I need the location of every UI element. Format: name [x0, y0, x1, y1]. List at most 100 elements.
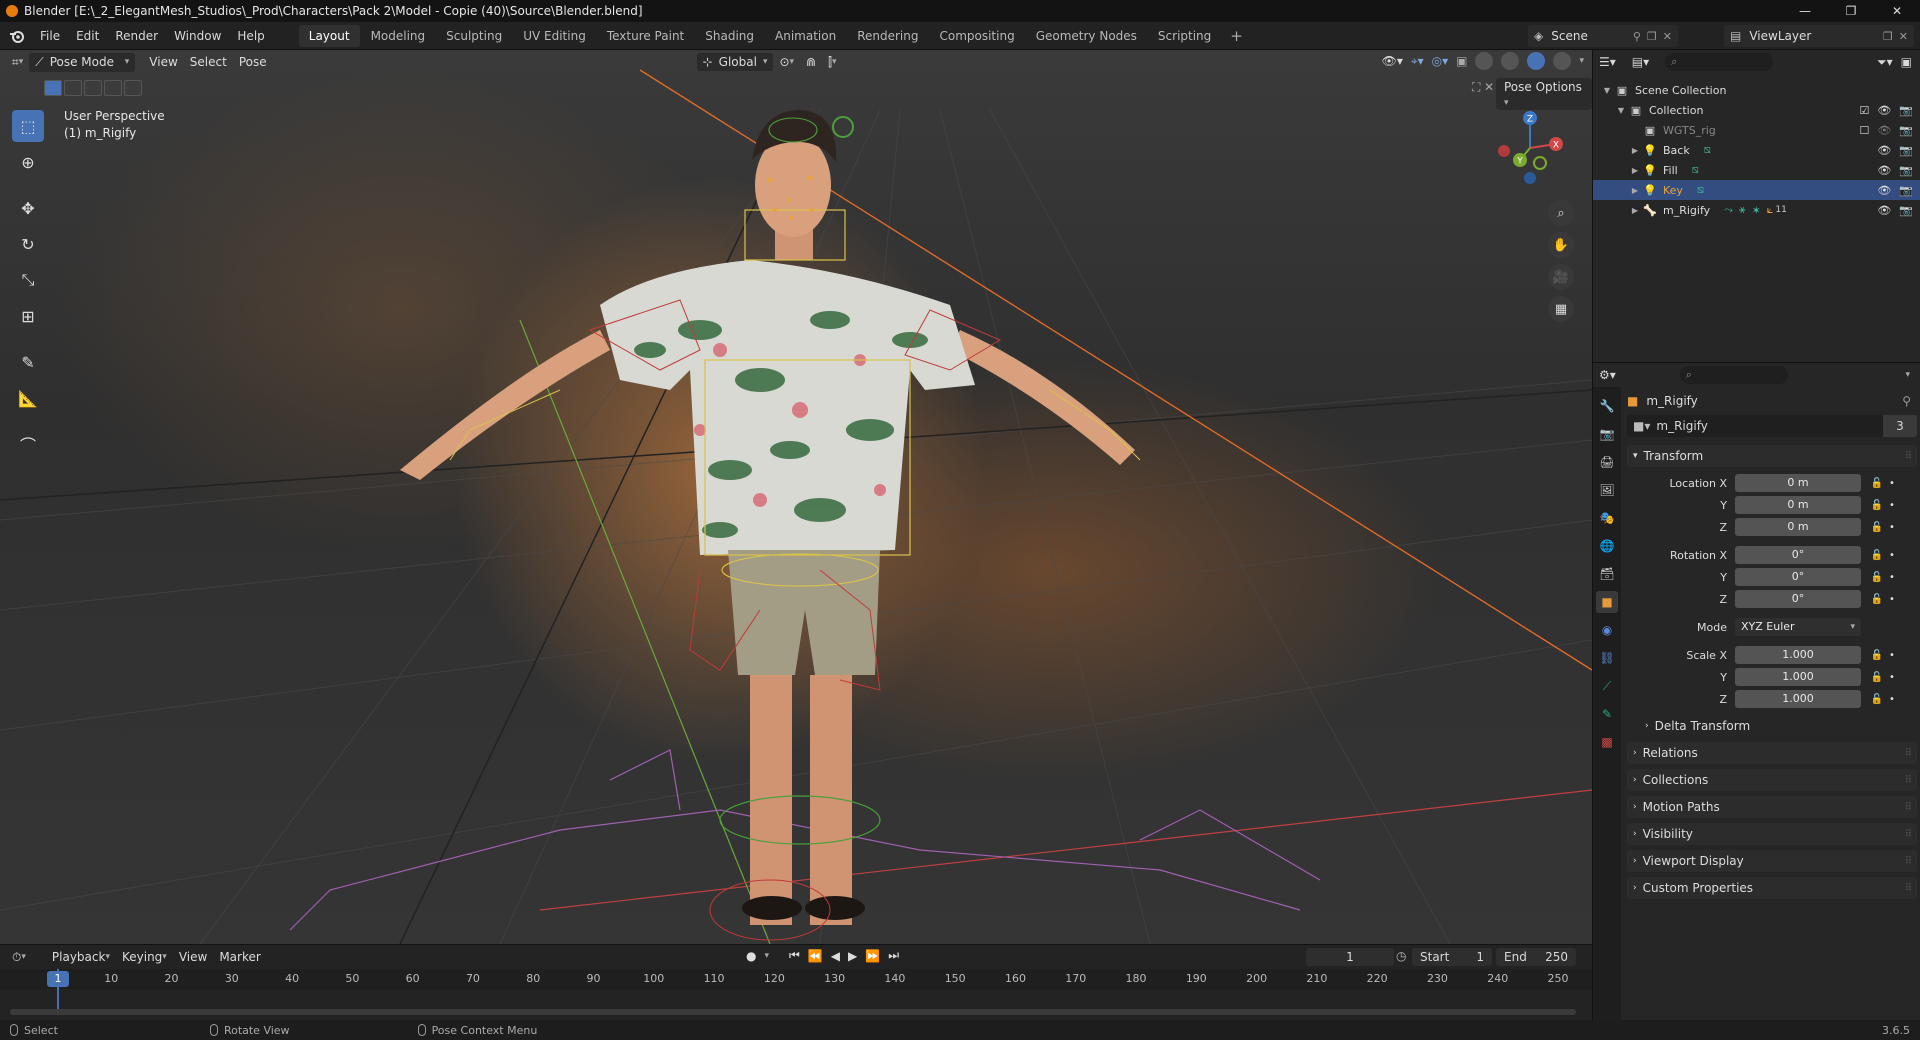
blender-logo-icon[interactable]: [8, 27, 26, 45]
expand-toggle-icon[interactable]: ▶: [1629, 146, 1641, 155]
drag-grip-icon[interactable]: ⠿: [1905, 748, 1912, 759]
scene-selector[interactable]: ◈ Scene ⚲ ❐ ✕: [1528, 25, 1678, 47]
lock-icon[interactable]: 🔓: [1867, 500, 1887, 511]
lock-icon[interactable]: 🔓: [1867, 522, 1887, 533]
timeline-menu-marker[interactable]: Marker: [213, 948, 266, 966]
menu-help[interactable]: Help: [229, 29, 272, 43]
data-name-field[interactable]: ■▾ m_Rigify 3: [1627, 415, 1917, 437]
expand-toggle-icon[interactable]: ▼: [1615, 106, 1627, 115]
close-button[interactable]: ✕: [1874, 0, 1920, 22]
scene-tab-icon[interactable]: 🎭: [1596, 507, 1618, 529]
tab-layout[interactable]: Layout: [298, 24, 360, 47]
filter-icon[interactable]: ⏷▾: [1877, 55, 1893, 70]
pan-hand-icon[interactable]: ✋: [1548, 232, 1574, 258]
lock-icon[interactable]: 🔓: [1867, 694, 1887, 705]
drag-grip-icon[interactable]: ⠿: [1905, 829, 1912, 840]
zoom-icon[interactable]: ⌕: [1548, 200, 1574, 226]
delta-transform-subpanel[interactable]: › Delta Transform: [1627, 715, 1917, 737]
tab-scripting[interactable]: Scripting: [1148, 25, 1221, 47]
outliner-row[interactable]: ▼ ▣ Scene Collection: [1593, 80, 1920, 100]
wireframe-shading-icon[interactable]: [1475, 52, 1494, 70]
viewport-menu-view[interactable]: View: [143, 53, 183, 71]
jump-start-icon[interactable]: ⏮: [789, 948, 800, 963]
camera-view-icon[interactable]: 🎥: [1548, 264, 1574, 290]
ortho-grid-icon[interactable]: ▦: [1548, 296, 1574, 322]
outliner-row[interactable]: ▼ ▣ Collection ☑ 👁 📷: [1593, 100, 1920, 120]
eye-icon[interactable]: 👁: [1877, 104, 1891, 117]
keyframe-dot-icon[interactable]: •: [1887, 650, 1897, 661]
new-view-layer-icon[interactable]: ❐: [1883, 30, 1893, 43]
navigation-gizmo[interactable]: Z X Y: [1490, 108, 1570, 188]
transform-tool-icon[interactable]: ⊞: [12, 300, 44, 332]
camera-icon[interactable]: 📷: [1899, 164, 1913, 177]
expand-toggle-icon[interactable]: ▶: [1629, 166, 1641, 175]
jump-end-icon[interactable]: ⏭: [888, 948, 899, 963]
physics-tab-icon[interactable]: ◉: [1596, 619, 1618, 641]
annotate-tool-icon[interactable]: ✎: [12, 346, 44, 378]
outliner-editor-type-icon[interactable]: ☰▾: [1599, 55, 1616, 69]
eye-icon[interactable]: 👁: [1877, 124, 1891, 137]
end-frame-field[interactable]: End 250: [1496, 948, 1576, 966]
keyframe-dot-icon[interactable]: •: [1887, 694, 1897, 705]
cursor-tool-icon[interactable]: ⊕: [12, 146, 44, 178]
select-intersect-icon[interactable]: [124, 80, 142, 96]
transform-orientation-dropdown[interactable]: ⊹ Global ▾: [696, 53, 774, 71]
location-z-field[interactable]: 0 m: [1735, 518, 1861, 536]
visibility-dropdown[interactable]: 👁▾: [1382, 54, 1403, 68]
minimize-button[interactable]: —: [1782, 0, 1828, 22]
preview-range-icon[interactable]: ◷: [1396, 949, 1406, 963]
world-tab-icon[interactable]: 🌐: [1596, 535, 1618, 557]
select-subtract-icon[interactable]: [84, 80, 102, 96]
render-tab-icon[interactable]: 📷: [1596, 423, 1618, 445]
pin-properties-icon[interactable]: ⚲: [1902, 394, 1911, 408]
drag-grip-icon[interactable]: ⠿: [1905, 451, 1912, 462]
tab-texture-paint[interactable]: Texture Paint: [597, 25, 694, 47]
pivot-point-dropdown[interactable]: ⊙ ▾: [773, 53, 800, 71]
constraints-tab-icon[interactable]: ⛓: [1596, 647, 1618, 669]
mode-dropdown[interactable]: ⟋ Pose Mode ▾: [29, 52, 136, 72]
drag-grip-icon[interactable]: ⠿: [1905, 775, 1912, 786]
timeline-editor-type-icon[interactable]: ⏱ ▾: [6, 948, 32, 967]
overlays-toggle[interactable]: ◎▾: [1432, 54, 1449, 68]
measure-tool-icon[interactable]: 📐: [12, 382, 44, 414]
keyframe-dot-icon[interactable]: •: [1887, 572, 1897, 583]
timeline-menu-playback[interactable]: Playback ▾: [46, 948, 116, 966]
lock-icon[interactable]: 🔓: [1867, 650, 1887, 661]
remove-scene-icon[interactable]: ✕: [1663, 30, 1672, 43]
eye-icon[interactable]: 👁: [1877, 204, 1891, 217]
properties-search-input[interactable]: ⌕: [1679, 366, 1788, 384]
rotation-y-field[interactable]: 0°: [1735, 568, 1861, 586]
menu-render[interactable]: Render: [107, 29, 166, 43]
rotation-mode-dropdown[interactable]: XYZ Euler ▾: [1735, 618, 1861, 636]
solid-shading-icon[interactable]: [1501, 52, 1520, 70]
keyframe-dot-icon[interactable]: •: [1887, 500, 1897, 511]
timeline-menu-view[interactable]: View: [173, 948, 213, 966]
new-scene-icon[interactable]: ❐: [1647, 30, 1657, 43]
3d-viewport[interactable]: ⌗ ▾ ⟋ Pose Mode ▾ View Select Pose ⊹ Glob…: [0, 50, 1592, 944]
shading-options-dropdown[interactable]: ▾: [1579, 56, 1584, 66]
transform-panel-header[interactable]: ▾ Transform ⠿: [1627, 445, 1917, 467]
tab-animation[interactable]: Animation: [765, 25, 846, 47]
snap-target-dropdown[interactable]: ⫿ ▾: [822, 53, 842, 72]
viewport-menu-select[interactable]: Select: [184, 53, 233, 71]
expand-toggle-icon[interactable]: ▶: [1629, 206, 1641, 215]
move-tool-icon[interactable]: ✥: [12, 192, 44, 224]
tab-geometry-nodes[interactable]: Geometry Nodes: [1026, 25, 1147, 47]
users-count[interactable]: 3: [1883, 415, 1917, 437]
keyframe-dot-icon[interactable]: •: [1887, 550, 1897, 561]
lock-icon[interactable]: 🔓: [1867, 594, 1887, 605]
timeline-scrollbar[interactable]: [10, 1009, 1576, 1015]
snap-toggle[interactable]: ⋒: [800, 53, 822, 71]
scale-x-field[interactable]: 1.000: [1735, 646, 1861, 664]
tab-sculpting[interactable]: Sculpting: [436, 25, 512, 47]
tab-uv-editing[interactable]: UV Editing: [513, 25, 596, 47]
outliner-row[interactable]: ▶ 💡 Fill ⧅ 👁 📷: [1593, 160, 1920, 180]
keyframe-dot-icon[interactable]: •: [1887, 478, 1897, 489]
pose-options-dropdown[interactable]: Pose Options ▾: [1496, 78, 1592, 110]
outliner-row[interactable]: ▶ 💡 Key ⧅ 👁 📷: [1593, 180, 1920, 200]
play-reverse-icon[interactable]: ◀: [831, 949, 840, 963]
select-extend-icon[interactable]: [64, 80, 82, 96]
data-type-icon[interactable]: ■▾: [1627, 419, 1656, 433]
material-preview-shading-icon[interactable]: [1527, 52, 1546, 70]
new-collection-icon[interactable]: ▣: [1901, 55, 1912, 69]
